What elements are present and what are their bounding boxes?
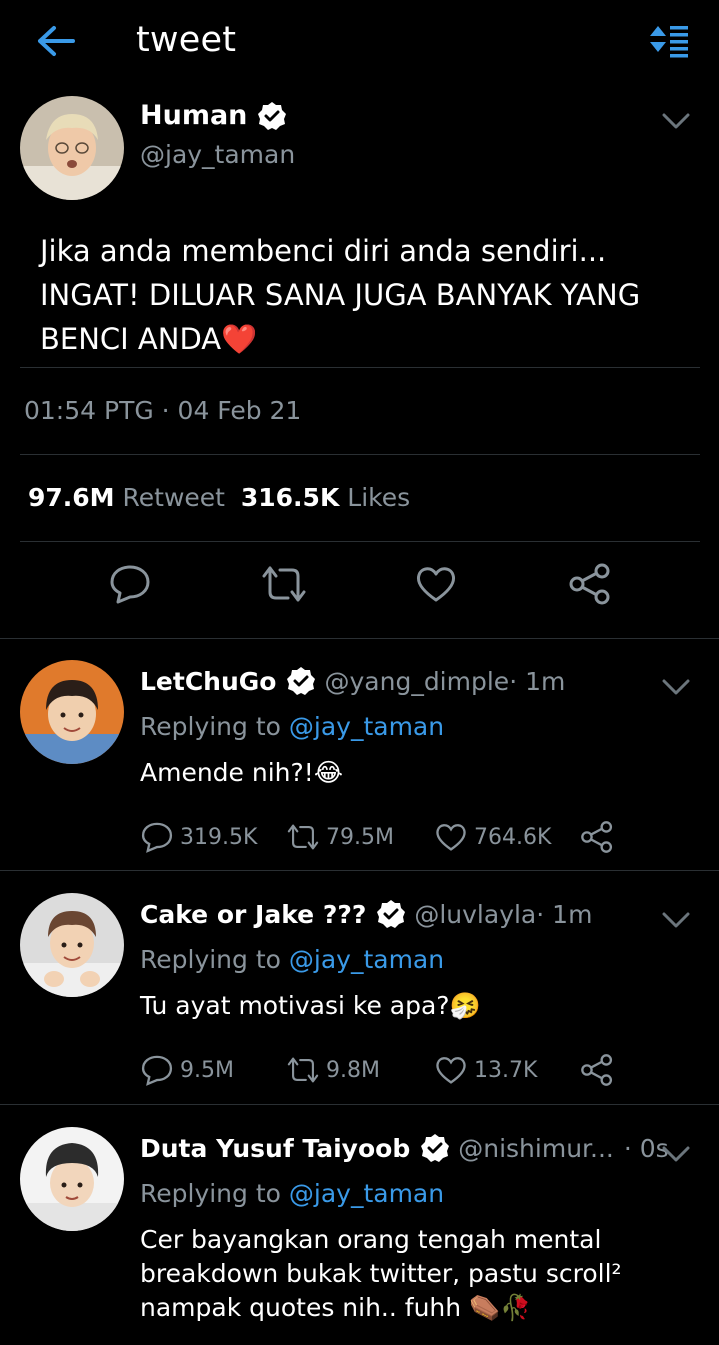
divider — [20, 367, 700, 368]
mention-link[interactable]: @jay_taman — [289, 945, 444, 974]
retweet-count: 79.5M — [326, 824, 394, 850]
verified-badge-icon — [420, 1133, 450, 1163]
retweet-icon — [287, 1057, 319, 1083]
like-count: 764.6K — [474, 824, 552, 850]
reply-text: Tu ayat motivasi ke apa?🤧 — [140, 989, 700, 1023]
replying-to: Replying to @jay_taman — [140, 945, 444, 974]
share-icon[interactable] — [580, 820, 614, 854]
retweet-count[interactable]: 97.6M — [28, 483, 115, 512]
reply-author-handle[interactable]: @nishimur... — [458, 1134, 614, 1163]
retweet-label[interactable]: Retweet — [123, 483, 225, 512]
reply-header: Duta Yusuf Taiyoob @nishimur... · 0s — [140, 1133, 669, 1163]
replying-prefix: Replying to — [140, 712, 289, 741]
reply-header: LetChuGo @yang_dimple · 1m — [140, 666, 565, 696]
replying-to: Replying to @jay_taman — [140, 712, 444, 741]
chevron-down-icon[interactable] — [662, 678, 690, 696]
reply-reply-action[interactable]: 9.5M — [140, 1053, 234, 1087]
likes-label[interactable]: Likes — [347, 483, 410, 512]
retweet-icon[interactable] — [260, 562, 306, 606]
author-handle[interactable]: @jay_taman — [140, 140, 295, 169]
reply-like-action[interactable]: 13.7K — [434, 1053, 537, 1087]
reply-text-line: nampak quotes nih.. fuhh — [140, 1293, 462, 1322]
reply-action-bar: 9.5M 9.8M 13.7K — [140, 1053, 640, 1093]
reply-avatar[interactable] — [20, 893, 124, 997]
tweet-timestamp: 01:54 PTG · 04 Feb 21 — [24, 396, 302, 425]
reply-author-handle[interactable]: @luvlayla — [414, 900, 536, 929]
reply-reply-action[interactable]: 319.5K — [140, 820, 257, 854]
heart-emoji: ❤️ — [221, 322, 258, 356]
laughing-emoji: 😂 — [313, 758, 344, 787]
tweet-text-line: Jika anda membenci diri anda sendiri... — [40, 234, 607, 268]
reply-text-content: Tu ayat motivasi ke apa? — [140, 991, 450, 1020]
verified-badge-icon — [286, 666, 316, 696]
chevron-down-icon[interactable] — [662, 1145, 690, 1163]
reply-author-name[interactable]: LetChuGo — [140, 667, 276, 696]
divider — [20, 454, 700, 455]
reply-avatar[interactable] — [20, 660, 124, 764]
reply-time: · 1m — [536, 899, 593, 929]
page-title: tweet — [136, 20, 237, 60]
reply-item[interactable]: Duta Yusuf Taiyoob @nishimur... · 0s Rep… — [0, 1105, 719, 1345]
retweet-icon — [287, 824, 319, 850]
reply-like-action[interactable]: 764.6K — [434, 820, 551, 854]
reply-retweet-action[interactable]: 9.8M — [286, 1053, 380, 1087]
replying-to: Replying to @jay_taman — [140, 1179, 444, 1208]
reply-retweet-action[interactable]: 79.5M — [286, 820, 394, 854]
reply-icon — [141, 1055, 173, 1086]
reply-author-handle[interactable]: @yang_dimple — [324, 667, 509, 696]
tweet-text-line: BENCI ANDA — [40, 322, 222, 356]
heart-icon — [436, 1057, 466, 1084]
reply-text-line: Cer bayangkan orang tengah mental — [140, 1225, 602, 1254]
reply-text-content: Amende nih?! — [140, 758, 314, 787]
replying-prefix: Replying to — [140, 1179, 289, 1208]
tweet-text-line: INGAT! DILUAR SANA JUGA BANYAK YANG — [40, 278, 641, 312]
reply-text: Cer bayangkan orang tengah mental breakd… — [140, 1223, 700, 1325]
chevron-down-icon[interactable] — [662, 112, 690, 130]
back-arrow-icon[interactable] — [36, 24, 76, 58]
likes-count[interactable]: 316.5K — [241, 483, 339, 512]
reply-header: Cake or Jake ??? @luvlayla · 1m — [140, 899, 592, 929]
replying-prefix: Replying to — [140, 945, 289, 974]
author-name-row: Human — [140, 100, 287, 131]
reply-icon — [141, 822, 173, 853]
reply-icon[interactable] — [108, 562, 152, 606]
reply-text: Amende nih?!😂 — [140, 756, 700, 790]
reply-text-line: breakdown bukak twitter, pastu scroll² — [140, 1259, 622, 1288]
heart-icon — [436, 824, 466, 851]
reply-author-name[interactable]: Cake or Jake ??? — [140, 900, 366, 929]
verified-badge-icon — [376, 899, 406, 929]
reply-count: 319.5K — [180, 824, 258, 850]
like-heart-icon[interactable] — [414, 562, 458, 606]
reply-item[interactable]: Cake or Jake ??? @luvlayla · 1m Replying… — [0, 871, 719, 1104]
divider — [20, 541, 700, 542]
reply-action-bar: 319.5K 79.5M 764.6K — [140, 820, 640, 860]
tweet-text: Jika anda membenci diri anda sendiri... … — [40, 229, 700, 361]
sort-icon[interactable] — [648, 22, 690, 58]
top-app-bar: tweet — [0, 0, 719, 86]
author-name[interactable]: Human — [140, 100, 247, 131]
tweet-stats: 97.6M Retweet 316.5K Likes — [28, 483, 410, 512]
reply-time: · 1m — [509, 666, 566, 696]
reply-count: 9.5M — [180, 1057, 234, 1083]
like-count: 13.7K — [474, 1057, 538, 1083]
author-avatar[interactable] — [20, 96, 124, 200]
mention-link[interactable]: @jay_taman — [289, 1179, 444, 1208]
reply-avatar[interactable] — [20, 1127, 124, 1231]
share-icon[interactable] — [568, 562, 612, 606]
mention-link[interactable]: @jay_taman — [289, 712, 444, 741]
tweet-action-bar — [0, 562, 719, 622]
reply-author-name[interactable]: Duta Yusuf Taiyoob — [140, 1134, 410, 1163]
retweet-count: 9.8M — [326, 1057, 380, 1083]
reply-item[interactable]: LetChuGo @yang_dimple · 1m Replying to @… — [0, 638, 719, 870]
verified-badge-icon — [257, 101, 287, 131]
sneezing-emoji: 🤧 — [449, 991, 481, 1020]
share-icon[interactable] — [580, 1053, 614, 1087]
coffin-rose-emoji: ⚰️🥀 — [469, 1293, 532, 1322]
chevron-down-icon[interactable] — [662, 911, 690, 929]
